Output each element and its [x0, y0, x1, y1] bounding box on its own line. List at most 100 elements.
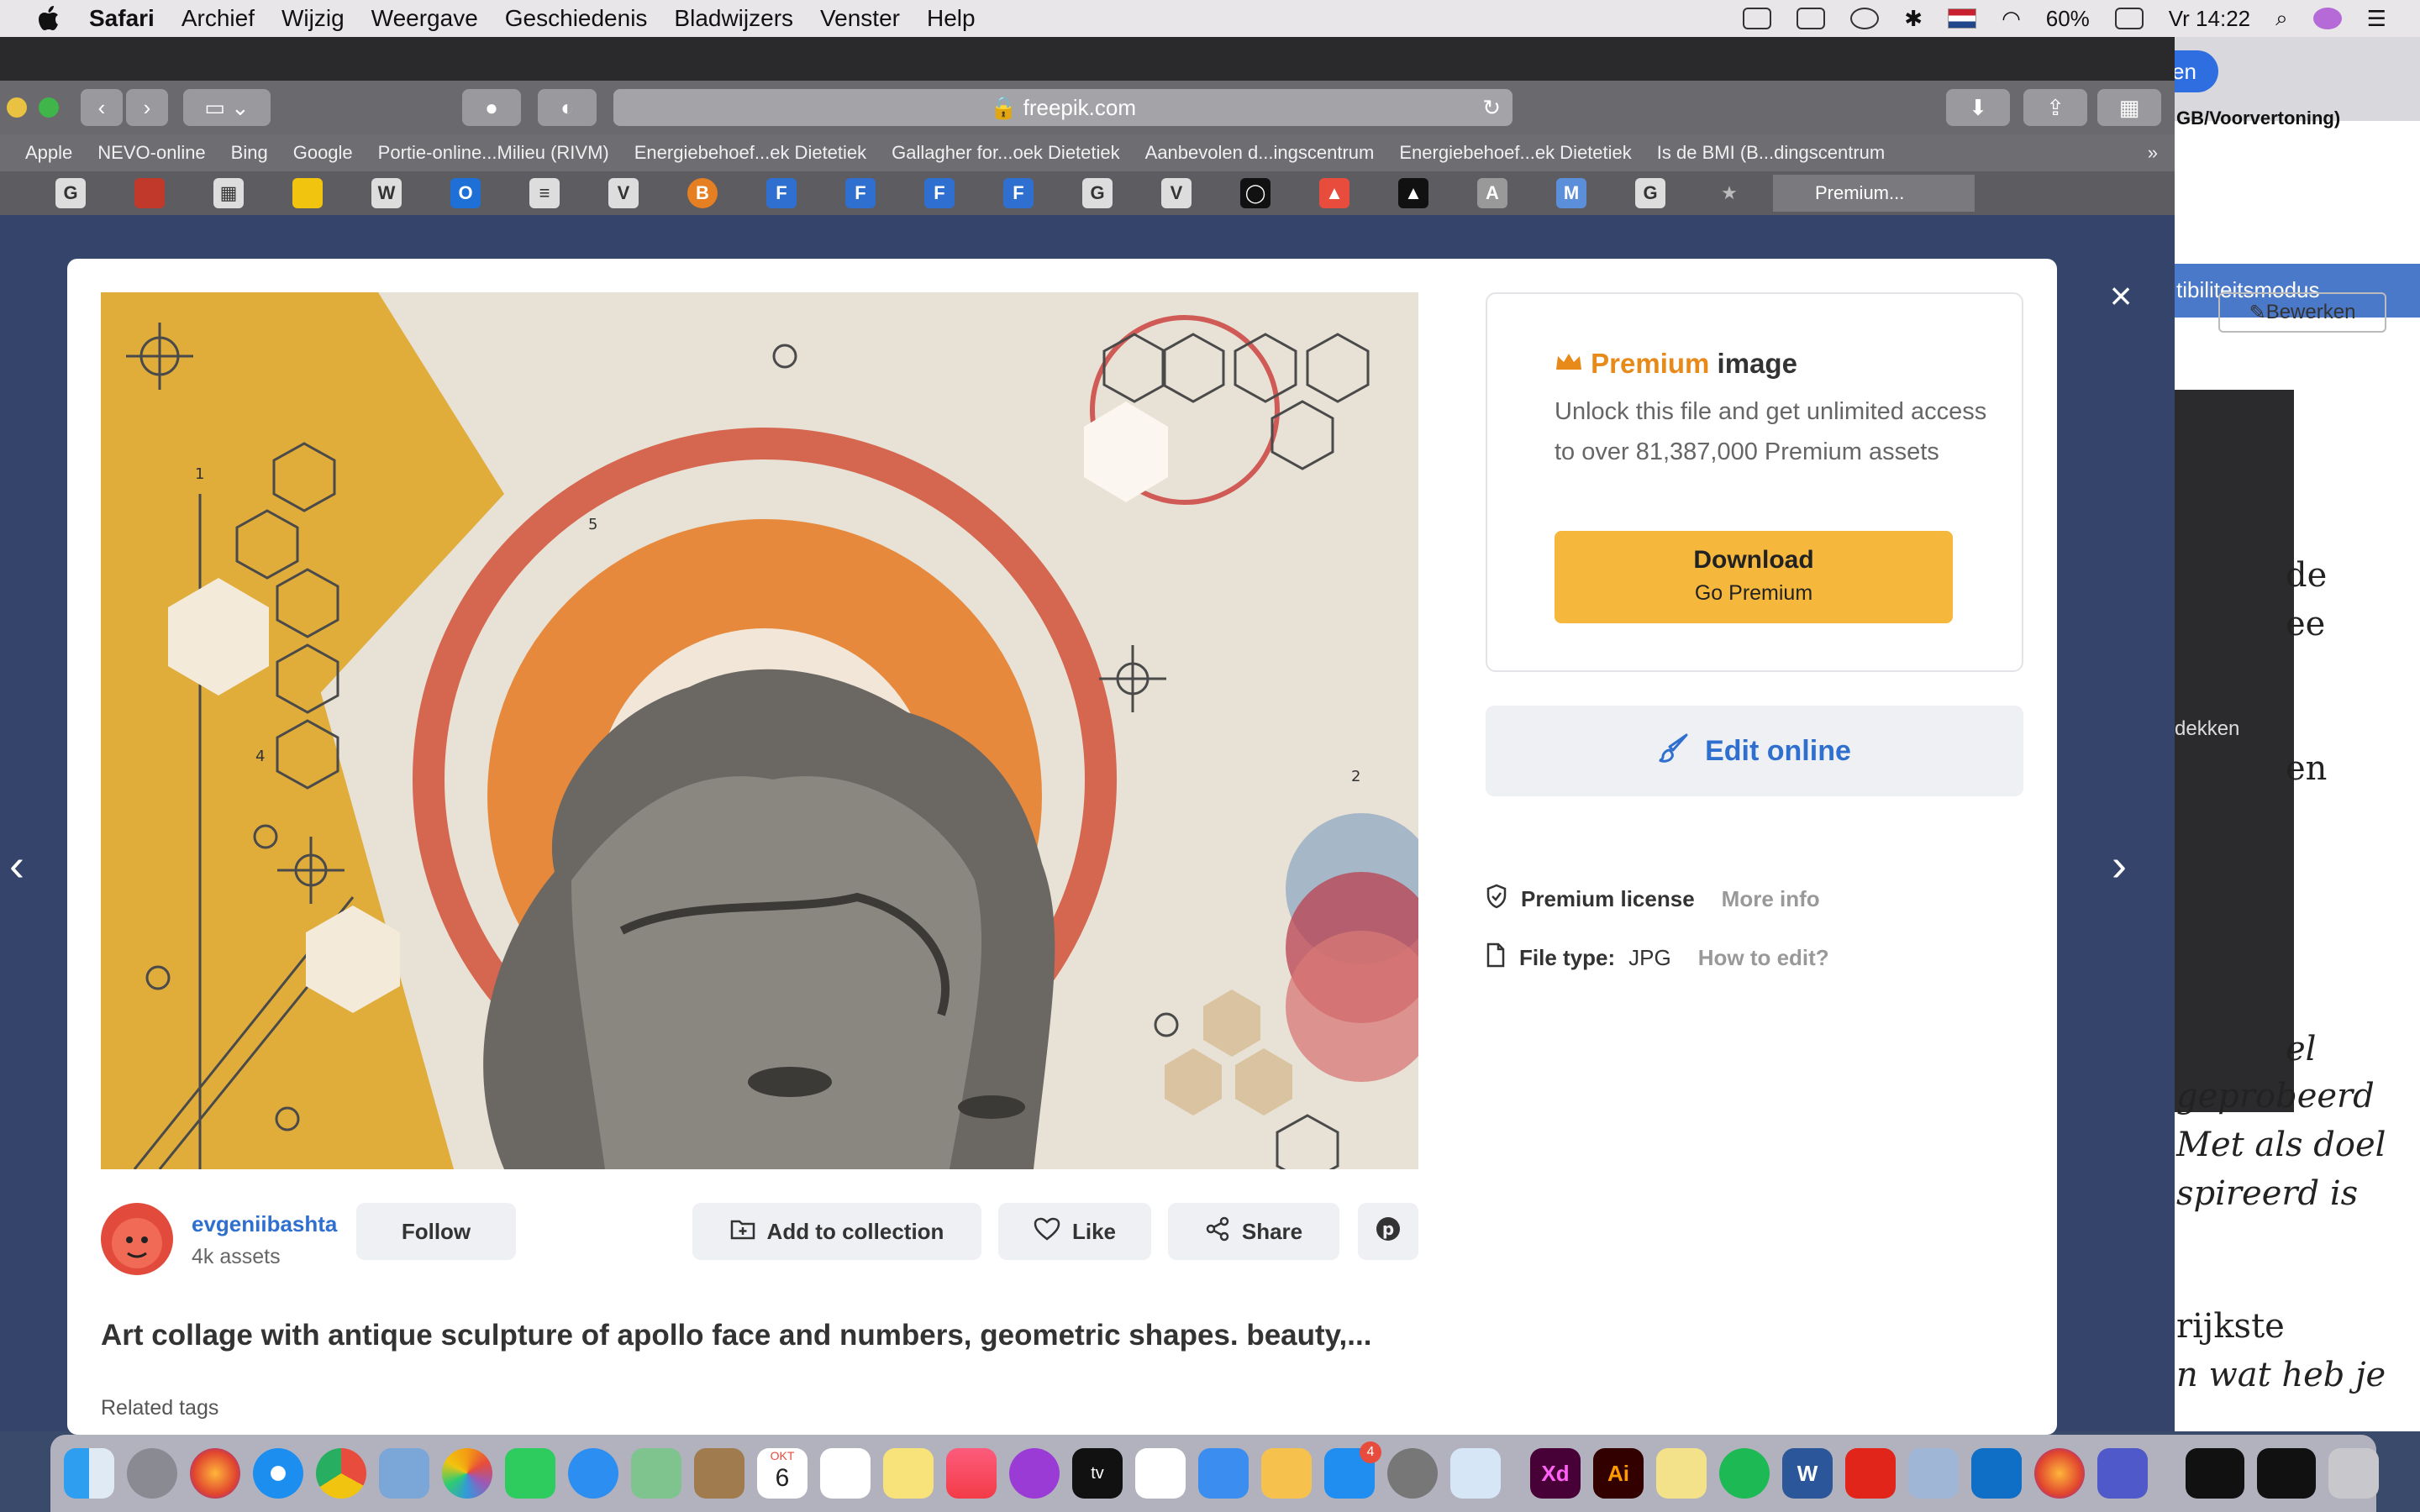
preview-icon[interactable]: [379, 1448, 429, 1499]
siri-icon[interactable]: [2312, 8, 2342, 29]
freepik-tab-icon[interactable]: F: [766, 178, 797, 208]
pinterest-button[interactable]: p: [1358, 1203, 1418, 1260]
image-capture-icon[interactable]: [1908, 1448, 1959, 1499]
adobe-tab-icon[interactable]: ▲: [1319, 178, 1349, 208]
teams-icon[interactable]: [2097, 1448, 2148, 1499]
edit-online-button[interactable]: Edit online: [1486, 706, 2023, 796]
forward-button[interactable]: ›: [126, 89, 168, 126]
word-edit-button[interactable]: ✎ Bewerken: [2218, 292, 2386, 333]
dutch-flag-input-icon[interactable]: [1948, 8, 1977, 29]
freepik-tab-icon[interactable]: F: [924, 178, 955, 208]
creative-cloud-icon[interactable]: [1743, 8, 1772, 29]
app-store-icon[interactable]: 4: [1324, 1441, 1381, 1499]
numbers-icon[interactable]: [1135, 1448, 1186, 1499]
notes-icon[interactable]: [883, 1448, 934, 1499]
more-info-link[interactable]: More info: [1722, 886, 1820, 912]
battery-percentage[interactable]: 60%: [2046, 6, 2090, 32]
menu-help[interactable]: Help: [927, 5, 976, 32]
share-icon[interactable]: ⇪: [2023, 89, 2087, 126]
preview-image[interactable]: 1 5 4 2: [101, 292, 1418, 1169]
favorite-item[interactable]: Portie-online...Milieu (RIVM): [378, 142, 609, 164]
google-tab-icon[interactable]: G: [1635, 178, 1665, 208]
favorite-item[interactable]: Google: [293, 142, 353, 164]
calendar-icon[interactable]: OKT 6: [757, 1448, 808, 1499]
window-zoom-button[interactable]: [39, 97, 59, 118]
favorite-item[interactable]: Is de BMI (B...dingscentrum: [1657, 142, 1885, 164]
control-center-icon[interactable]: ☰: [2367, 6, 2386, 32]
photos-icon[interactable]: [442, 1448, 492, 1499]
finder-icon[interactable]: [64, 1448, 114, 1499]
google-tab-icon[interactable]: G: [1082, 178, 1113, 208]
follow-button[interactable]: Follow: [356, 1203, 516, 1260]
keynote-icon[interactable]: [1198, 1448, 1249, 1499]
chrome-icon[interactable]: [316, 1448, 366, 1499]
word-icon[interactable]: W: [1782, 1448, 1833, 1499]
window-minimize-button[interactable]: [7, 97, 27, 118]
how-to-edit-link[interactable]: How to edit?: [1698, 945, 1829, 971]
menu-geschiedenis[interactable]: Geschiedenis: [505, 5, 648, 32]
stack-tab-icon[interactable]: ≡: [529, 178, 560, 208]
favorites-overflow-icon[interactable]: »: [2148, 142, 2158, 164]
menu-archief[interactable]: Archief: [182, 5, 255, 32]
battery-icon[interactable]: [2114, 8, 2144, 29]
minimized-window-2[interactable]: [2257, 1448, 2316, 1499]
author-name-link[interactable]: evgeniibashta: [192, 1211, 337, 1237]
a-tab-icon[interactable]: A: [1477, 178, 1507, 208]
google-tab-icon[interactable]: G: [55, 178, 86, 208]
firefox-alt-icon[interactable]: [2034, 1448, 2085, 1499]
share-button[interactable]: Share: [1168, 1203, 1339, 1260]
music-icon[interactable]: [946, 1448, 997, 1499]
address-bar[interactable]: 🔒 freepik.com ↻: [613, 89, 1512, 126]
adobe-xd-icon[interactable]: Xd: [1530, 1448, 1581, 1499]
menu-wijzig[interactable]: Wijzig: [281, 5, 345, 32]
favorite-item[interactable]: Energiebehoef...ek Dietetiek: [1399, 142, 1631, 164]
facetime-icon[interactable]: [505, 1448, 555, 1499]
reminders-icon[interactable]: [820, 1448, 871, 1499]
sidebar-toggle-button[interactable]: ▭ ⌄: [183, 89, 271, 126]
menu-venster[interactable]: Venster: [820, 5, 900, 32]
favorite-item[interactable]: Apple: [25, 142, 72, 164]
messages-icon[interactable]: [568, 1448, 618, 1499]
bluetooth-icon[interactable]: ✱: [1904, 6, 1923, 32]
favorite-item[interactable]: Aanbevolen d...ingscentrum: [1145, 142, 1375, 164]
menu-app-name[interactable]: Safari: [89, 5, 155, 32]
tab-overview-icon[interactable]: ▦: [2097, 89, 2161, 126]
printer-icon[interactable]: [1450, 1448, 1501, 1499]
contacts-icon[interactable]: [694, 1448, 744, 1499]
yellow-tab-icon[interactable]: [292, 178, 323, 208]
red-tab-icon[interactable]: [134, 178, 165, 208]
adobe-illustrator-icon[interactable]: Ai: [1593, 1448, 1644, 1499]
affinity-tab-icon[interactable]: ▲: [1398, 178, 1428, 208]
outlook-tab-icon[interactable]: O: [450, 178, 481, 208]
active-tab[interactable]: Premium...: [1773, 175, 1975, 212]
maps-icon[interactable]: [631, 1448, 681, 1499]
menubar-clock[interactable]: Vr 14:22: [2169, 6, 2250, 32]
freepik-tab-icon[interactable]: F: [1003, 178, 1034, 208]
spotlight-search-icon[interactable]: ⌕: [2275, 5, 2288, 32]
next-arrow-icon[interactable]: ›: [2102, 840, 2136, 890]
system-preferences-icon[interactable]: [1387, 1448, 1438, 1499]
download-go-premium-button[interactable]: Download Go Premium: [1555, 531, 1953, 623]
qr-tab-icon[interactable]: ▦: [213, 178, 244, 208]
apple-menu-icon[interactable]: [30, 0, 67, 37]
acrobat-icon[interactable]: [1845, 1448, 1896, 1499]
vectorizer-tab-icon[interactable]: V: [1161, 178, 1192, 208]
extension-icon[interactable]: ●: [462, 89, 521, 126]
menu-weergave[interactable]: Weergave: [371, 5, 478, 32]
spotify-icon[interactable]: [1719, 1448, 1770, 1499]
previous-arrow-icon[interactable]: ‹: [0, 840, 34, 890]
favorite-item[interactable]: NEVO-online: [97, 142, 205, 164]
pages-icon[interactable]: [1261, 1448, 1312, 1499]
minimized-window-1[interactable]: [2186, 1448, 2244, 1499]
w3-tab-icon[interactable]: W: [371, 178, 402, 208]
add-to-collection-button[interactable]: Add to collection: [692, 1203, 981, 1260]
freepik-tab-icon[interactable]: F: [845, 178, 876, 208]
author-avatar[interactable]: [101, 1203, 173, 1275]
menu-bladwijzers[interactable]: Bladwijzers: [674, 5, 793, 32]
star-tab-icon[interactable]: ★: [1714, 178, 1744, 208]
favorite-item[interactable]: Energiebehoef...ek Dietetiek: [634, 142, 866, 164]
stickies-icon[interactable]: [1656, 1448, 1707, 1499]
vimeo-tab-icon[interactable]: V: [608, 178, 639, 208]
time-machine-icon[interactable]: [1850, 8, 1880, 29]
airplay-icon[interactable]: [1797, 8, 1826, 29]
